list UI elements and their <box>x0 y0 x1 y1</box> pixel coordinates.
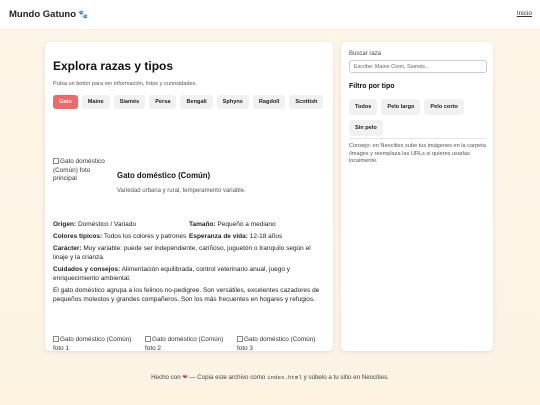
broken-image-icon <box>53 336 59 343</box>
footer-filename: index.html <box>267 374 302 381</box>
breed-tab-siames[interactable]: Siamés <box>113 95 146 109</box>
breed-name: Gato doméstico (Común) <box>117 171 211 180</box>
main-photo-alt: Gato doméstico (Común) foto principal <box>53 158 105 182</box>
breed-explorer-panel: Explora razas y tipos Pulsa un botón par… <box>45 42 333 353</box>
breed-tab-bengali[interactable]: Bengali <box>180 95 213 109</box>
breed-tab-ragdoll[interactable]: Ragdoll <box>252 95 286 109</box>
size-value: Pequeño a mediano <box>217 221 276 228</box>
top-bar: Mundo Gatuno 🐾 Inicio <box>0 0 540 30</box>
search-input[interactable] <box>349 60 487 73</box>
care-label: Cuidados y consejos: <box>53 266 121 273</box>
gallery-photo[interactable]: Gato doméstico (Común) foto 3 <box>237 335 317 353</box>
character-value: Muy variable: puede ser independiente, c… <box>53 245 311 261</box>
footer: Hecho con ❤ — Copia este archivo como in… <box>0 374 540 381</box>
filter-long-hair-button[interactable]: Pelo largo <box>381 99 421 115</box>
sidebar: Buscar raza Filtro por tipo Todos Pelo l… <box>341 42 493 351</box>
gallery-photo[interactable]: Gato doméstico (Común) foto 1 <box>53 335 133 353</box>
filter-hairless-button[interactable]: Sin pelo <box>349 120 383 136</box>
breed-subtitle: Variedad urbana y rural, temperamento va… <box>117 188 246 194</box>
footer-suffix: y súbelo a tu sitio en Neocities. <box>303 374 389 381</box>
broken-image-icon <box>237 336 243 343</box>
photo-gallery: Gato doméstico (Común) foto 1 Gato domés… <box>53 335 317 353</box>
footer-middle: — Copia este archivo como <box>189 374 266 381</box>
colors-label: Colores típicos: <box>53 233 103 240</box>
type-filters: Todos Pelo largo Pelo corto Sin pelo <box>349 99 489 136</box>
home-link[interactable]: Inicio <box>517 10 532 17</box>
origin-label: Origen: <box>53 221 77 228</box>
size-label: Tamaño: <box>189 221 216 228</box>
instructions-text: Pulsa un botón para ver información, fot… <box>53 81 197 87</box>
breed-tabs: Gato Maine Siamés Persa Bengali Sphynx R… <box>53 95 324 109</box>
filter-short-hair-button[interactable]: Pelo corto <box>424 99 464 115</box>
filter-title: Filtro por tipo <box>349 83 395 90</box>
breed-tab-gato[interactable]: Gato <box>53 95 78 109</box>
breed-description: El gato doméstico agrupa a los felinos n… <box>53 287 320 303</box>
breed-facts: Origen: Doméstico / Variado Tamaño: Pequ… <box>53 220 325 304</box>
breed-tab-sphynx[interactable]: Sphynx <box>216 95 249 109</box>
bottom-band <box>0 388 540 405</box>
search-label: Buscar raza <box>349 51 382 57</box>
broken-image-icon <box>53 158 59 165</box>
broken-image-icon <box>145 336 151 343</box>
breed-tab-scottish[interactable]: Scottish <box>289 95 324 109</box>
gallery-photo-alt: Gato doméstico (Común) foto 3 <box>237 336 316 352</box>
breed-tab-persa[interactable]: Persa <box>149 95 177 109</box>
gallery-photo[interactable]: Gato doméstico (Común) foto 2 <box>145 335 225 353</box>
life-value: 12-18 años <box>249 233 283 240</box>
tip-text: Consejo: en Neocities sube tus imágenes … <box>349 143 486 165</box>
page-title: Explora razas y tipos <box>53 59 174 73</box>
footer-prefix: Hecho con <box>151 374 181 381</box>
filter-all-button[interactable]: Todos <box>349 99 378 115</box>
brand-name: Mundo Gatuno <box>9 9 77 20</box>
paw-icon: 🐾 <box>78 10 88 19</box>
divider <box>349 138 487 139</box>
colors-value: Todos los colores y patrones <box>103 233 187 240</box>
gallery-photo-alt: Gato doméstico (Común) foto 2 <box>145 336 224 352</box>
main-photo: Gato doméstico (Común) foto principal <box>53 158 109 184</box>
gallery-photo-alt: Gato doméstico (Común) foto 1 <box>53 336 132 352</box>
breed-tab-maine[interactable]: Maine <box>81 95 110 109</box>
life-label: Esperanza de vida: <box>189 233 248 240</box>
heart-icon: ❤ <box>182 374 188 381</box>
origin-value: Doméstico / Variado <box>77 221 136 228</box>
brand-logo[interactable]: Mundo Gatuno 🐾 <box>9 9 88 20</box>
character-label: Carácter: <box>53 245 82 252</box>
